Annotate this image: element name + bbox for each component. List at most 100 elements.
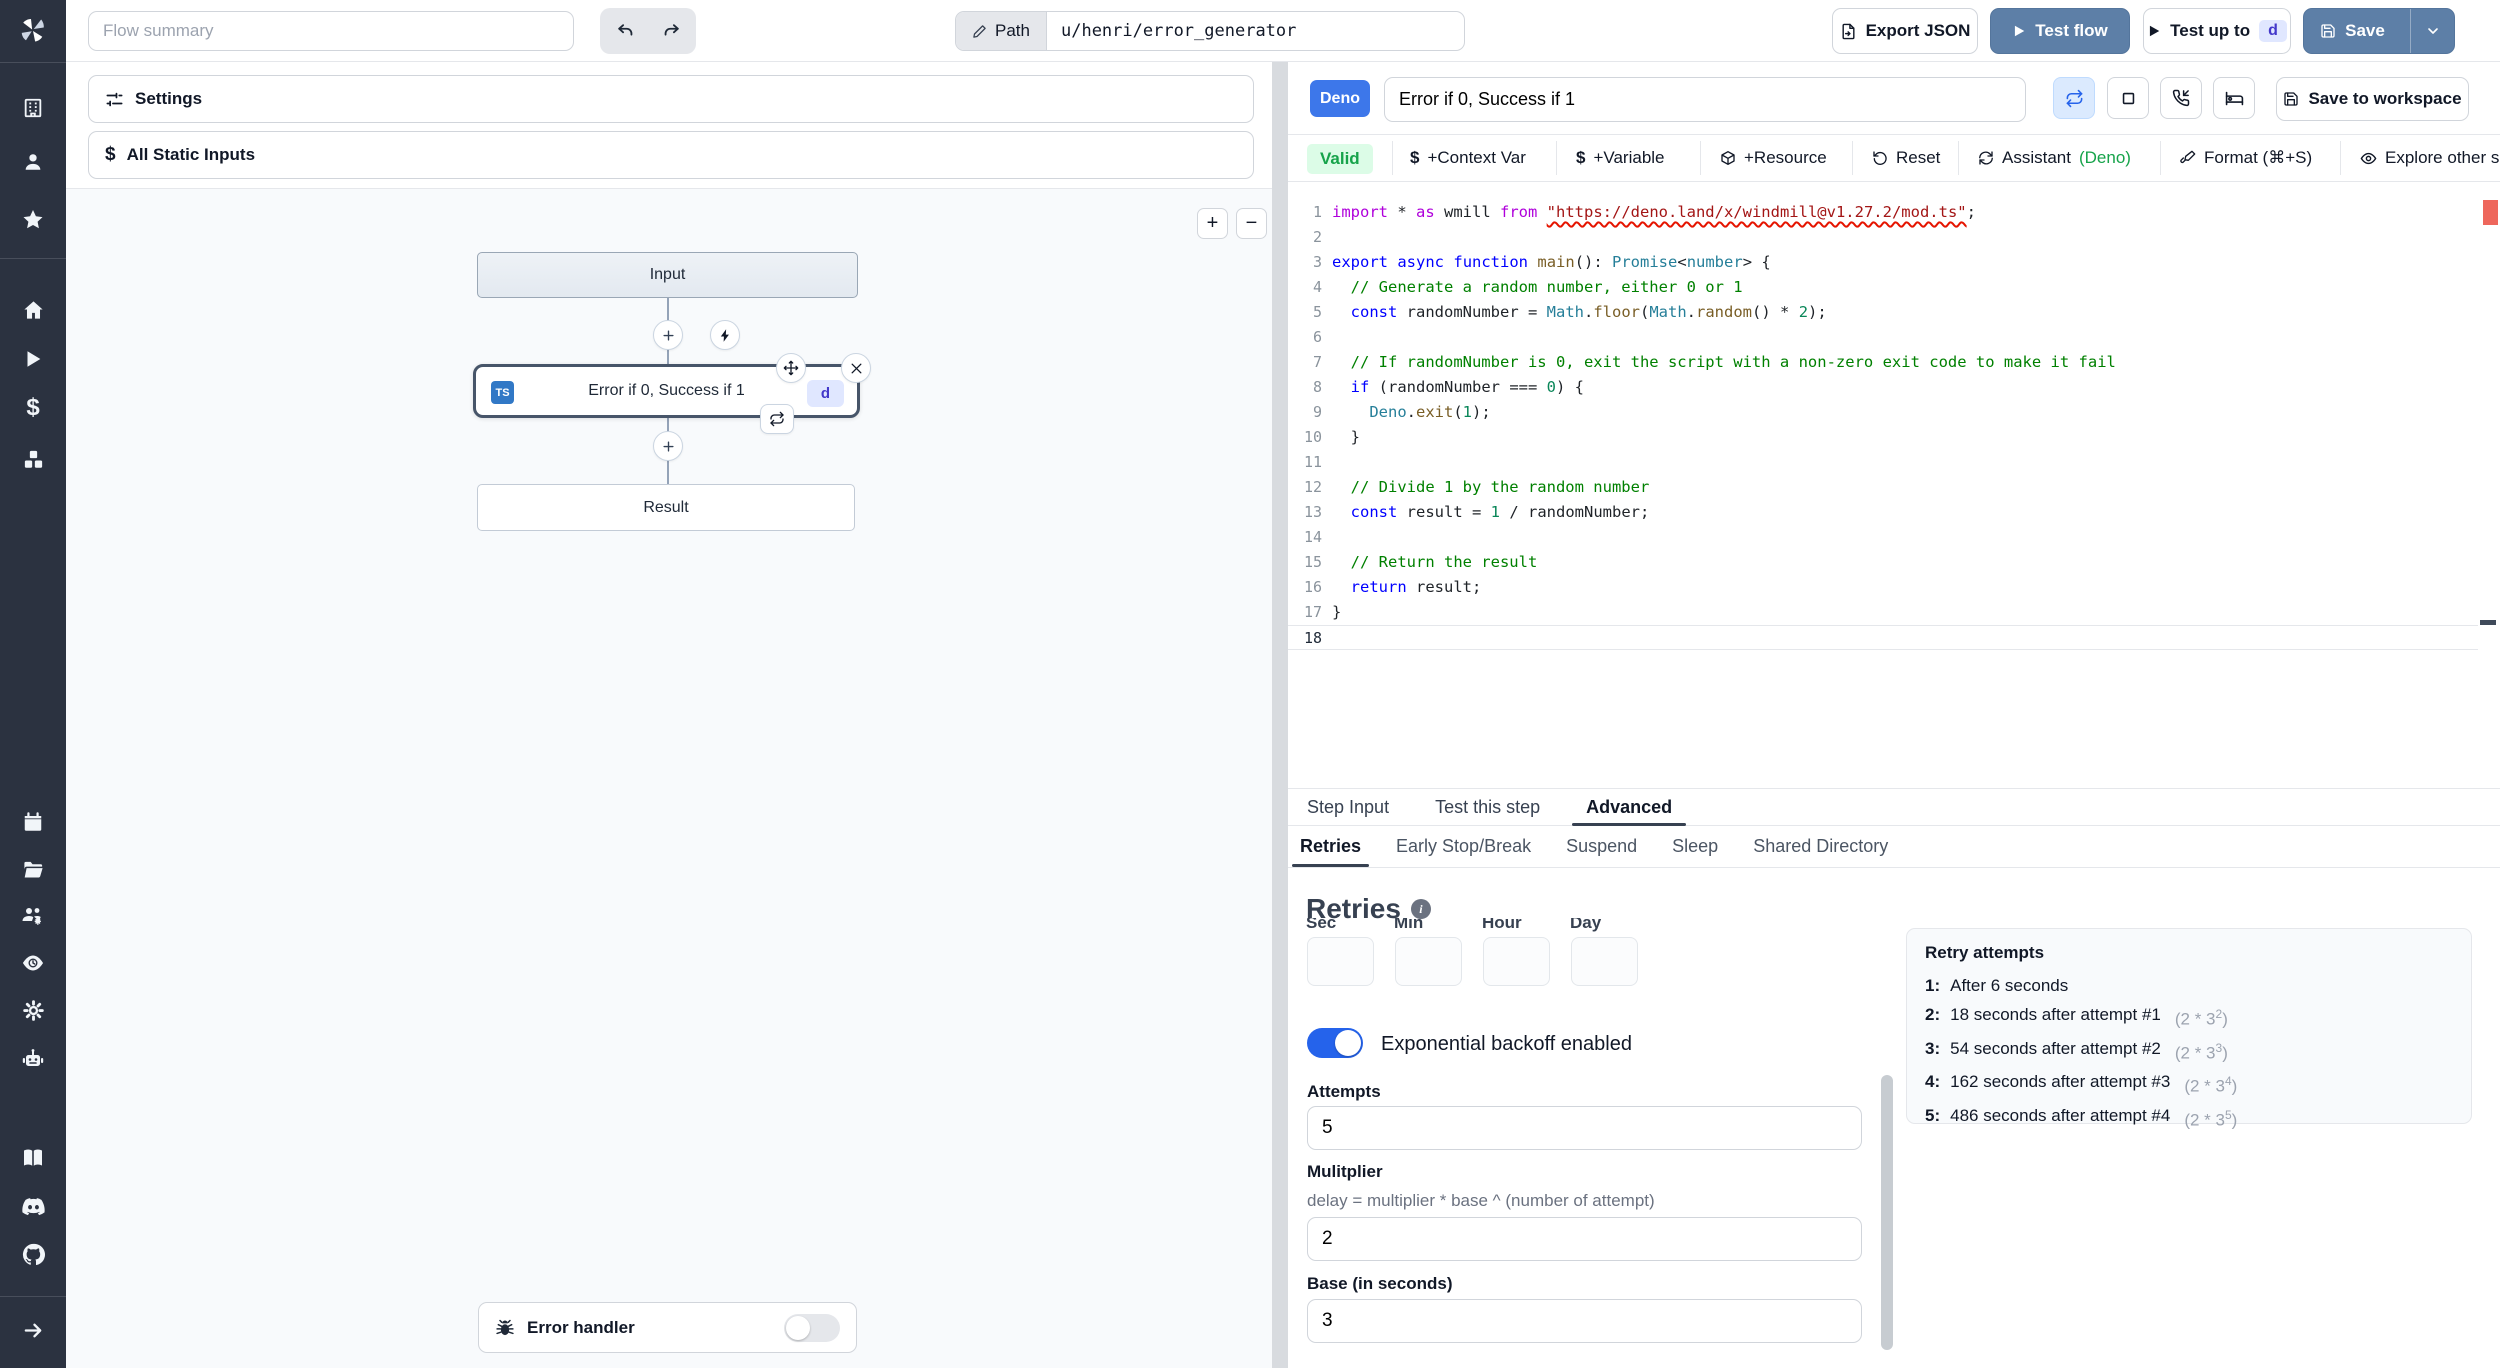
flow-node-result[interactable]: Result <box>477 484 855 531</box>
code-line[interactable]: 11 <box>1288 450 2478 475</box>
retry-badge[interactable] <box>760 404 794 434</box>
subtab-shared-directory[interactable]: Shared Directory <box>1751 826 1890 867</box>
all-static-inputs-button[interactable]: $ All Static Inputs <box>88 131 1254 179</box>
runs-play-icon[interactable] <box>15 341 51 377</box>
code-line[interactable]: 17} <box>1288 600 2478 625</box>
save-button[interactable]: Save <box>2304 9 2401 53</box>
redo-button[interactable] <box>651 12 691 50</box>
code-line[interactable]: 5 const randomNumber = Math.floor(Math.r… <box>1288 300 2478 325</box>
delete-step-button[interactable] <box>841 353 871 383</box>
discord-icon[interactable] <box>15 1188 51 1224</box>
code-line[interactable]: 9 Deno.exit(1); <box>1288 400 2478 425</box>
path-value[interactable]: u/henri/error_generator <box>1047 12 1310 50</box>
base-input[interactable] <box>1307 1299 1862 1343</box>
exponential-backoff-toggle[interactable] <box>1307 1028 1363 1058</box>
code-line[interactable]: 3 export async function main(): Promise<n… <box>1288 250 2478 275</box>
tab-step-input[interactable]: Step Input <box>1307 789 1389 825</box>
code-editor[interactable]: 1 import * as wmill from "https://deno.la… <box>1288 182 2500 788</box>
workers-robot-icon[interactable] <box>15 1041 51 1077</box>
favorites-star-icon[interactable] <box>15 202 51 238</box>
reset-button[interactable]: Reset <box>1872 135 1940 181</box>
audit-logs-eye-icon[interactable] <box>15 945 51 981</box>
early-stop-tool-button[interactable] <box>2107 77 2149 119</box>
code-line[interactable]: 4 // Generate a random number, either 0 … <box>1288 275 2478 300</box>
zoom-in-button[interactable]: + <box>1197 208 1228 239</box>
sleep-tool-button[interactable] <box>2213 77 2255 119</box>
undo-button[interactable] <box>605 12 645 50</box>
save-dropdown-button[interactable] <box>2410 9 2454 53</box>
step-id-badge: d <box>2259 20 2287 42</box>
schedules-calendar-icon[interactable] <box>15 804 51 840</box>
hour-input[interactable] <box>1483 937 1550 986</box>
github-icon[interactable] <box>15 1236 51 1272</box>
tab-test-this-step[interactable]: Test this step <box>1435 789 1540 825</box>
test-flow-button[interactable]: Test flow <box>1990 8 2130 54</box>
test-up-to-button[interactable]: Test up to d <box>2143 8 2291 54</box>
export-json-button[interactable]: Export JSON <box>1832 8 1978 54</box>
code-line[interactable]: 15 // Return the result <box>1288 550 2478 575</box>
code-line[interactable]: 6 <box>1288 325 2478 350</box>
typescript-badge: TS <box>491 381 514 404</box>
pencil-icon <box>973 24 986 38</box>
windmill-flow-editor: $ Flow summary Path u/henri/error_genera… <box>0 0 2500 1368</box>
flow-node-input[interactable]: Input <box>477 252 858 298</box>
tab-advanced[interactable]: Advanced <box>1572 789 1687 826</box>
code-line[interactable]: 12 // Divide 1 by the random number <box>1288 475 2478 500</box>
code-line[interactable]: 14 <box>1288 525 2478 550</box>
phone-incoming-icon <box>2172 89 2190 107</box>
attempts-input[interactable] <box>1307 1106 1862 1150</box>
code-line[interactable]: 10 } <box>1288 425 2478 450</box>
workspace-building-icon[interactable] <box>15 90 51 126</box>
add-context-var-button[interactable]: $ +Context Var <box>1410 135 1526 181</box>
add-variable-button[interactable]: $ +Variable <box>1576 135 1665 181</box>
panel-resize-divider[interactable] <box>1272 62 1288 1368</box>
subtab-sleep[interactable]: Sleep <box>1670 826 1720 867</box>
add-step-button-bottom[interactable] <box>653 431 683 461</box>
error-handler-toggle[interactable] <box>784 1313 840 1342</box>
resources-cubes-icon[interactable] <box>15 441 51 477</box>
groups-users-settings-icon[interactable] <box>15 898 51 934</box>
user-icon[interactable] <box>15 144 51 180</box>
retries-tool-button[interactable] <box>2053 77 2095 119</box>
code-line[interactable]: 13 const result = 1 / randomNumber; <box>1288 500 2478 525</box>
code-line[interactable]: 8 if (randomNumber === 0) { <box>1288 375 2478 400</box>
day-input[interactable] <box>1571 937 1638 986</box>
docs-book-icon[interactable] <box>15 1140 51 1176</box>
assistant-button[interactable]: Assistant (Deno) <box>1978 135 2131 181</box>
min-input[interactable] <box>1395 937 1462 986</box>
save-to-workspace-button[interactable]: Save to workspace <box>2276 77 2469 121</box>
path-field[interactable]: Path u/henri/error_generator <box>955 11 1465 51</box>
folders-icon[interactable] <box>15 851 51 887</box>
subtab-early-stop[interactable]: Early Stop/Break <box>1394 826 1533 867</box>
expand-sidebar-arrow-icon[interactable] <box>15 1312 51 1348</box>
variables-dollar-icon[interactable]: $ <box>15 390 51 426</box>
windmill-logo-icon[interactable] <box>15 12 51 48</box>
code-line[interactable]: 7 // If randomNumber is 0, exit the scri… <box>1288 350 2478 375</box>
zoom-out-button[interactable]: − <box>1236 208 1267 239</box>
sec-input[interactable] <box>1307 937 1374 986</box>
flow-summary-input[interactable] <box>88 11 574 51</box>
code-line[interactable]: 1 import * as wmill from "https://deno.la… <box>1288 200 2478 225</box>
trigger-bolt-button[interactable] <box>710 320 740 350</box>
move-step-handle[interactable] <box>776 353 806 383</box>
suspend-tool-button[interactable] <box>2160 77 2202 119</box>
step-name-input[interactable] <box>1384 77 2026 122</box>
close-icon <box>851 363 861 373</box>
language-badge: Deno <box>1310 80 1370 117</box>
format-button[interactable]: Format (⌘+S) <box>2180 135 2312 181</box>
info-icon[interactable]: i <box>1410 899 1431 919</box>
code-line[interactable]: 18 <box>1288 625 2478 650</box>
explore-scripts-button[interactable]: Explore other s <box>2360 135 2499 181</box>
multiplier-input[interactable] <box>1307 1217 1862 1261</box>
retries-scrollbar-thumb[interactable] <box>1881 1075 1893 1350</box>
code-line[interactable]: 16 return result; <box>1288 575 2478 600</box>
add-resource-button[interactable]: +Resource <box>1720 135 1827 181</box>
add-step-button-top[interactable] <box>653 320 683 350</box>
subtab-suspend[interactable]: Suspend <box>1564 826 1639 867</box>
home-icon[interactable] <box>15 292 51 328</box>
flow-settings-button[interactable]: Settings <box>88 75 1254 123</box>
code-line[interactable]: 2 <box>1288 225 2478 250</box>
settings-gear-icon[interactable] <box>15 992 51 1028</box>
dollar-icon: $ <box>1410 148 1420 167</box>
subtab-retries[interactable]: Retries <box>1291 826 1370 867</box>
